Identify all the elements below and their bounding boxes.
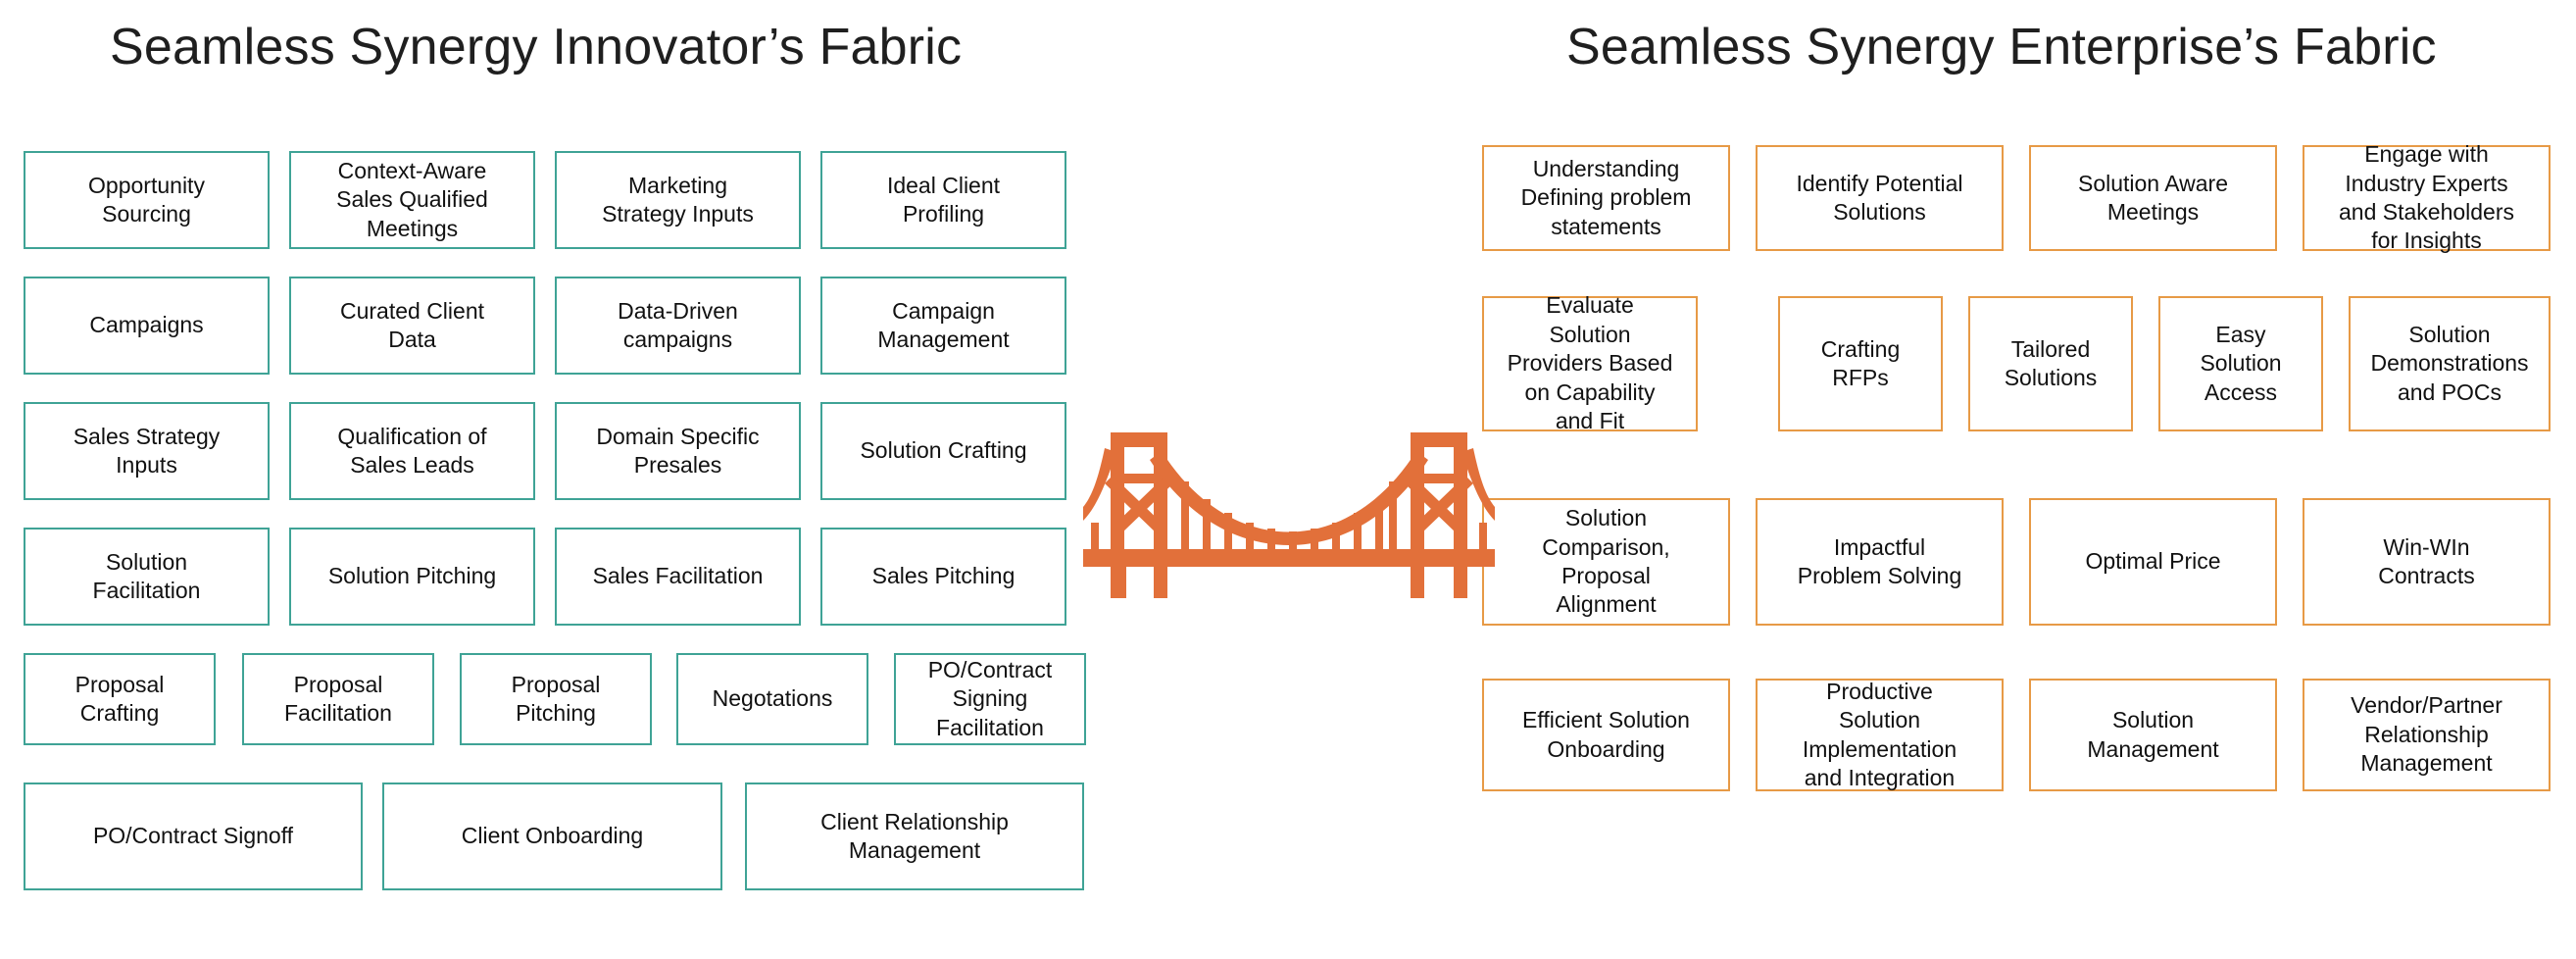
innovator-fabric-node[interactable]: Sales Facilitation [555, 528, 801, 626]
innovator-fabric-node[interactable]: Opportunity Sourcing [24, 151, 270, 249]
innovator-fabric-node[interactable]: Campaign Management [820, 277, 1066, 375]
enterprise-fabric-node[interactable]: Crafting RFPs [1778, 296, 1943, 431]
innovator-fabric-node[interactable]: PO/Contract Signing Facilitation [894, 653, 1086, 745]
innovator-fabric-node[interactable]: Client Onboarding [382, 782, 722, 890]
enterprise-fabric-node[interactable]: Solution Comparison, Proposal Alignment [1482, 498, 1730, 626]
innovator-fabric-node[interactable]: PO/Contract Signoff [24, 782, 363, 890]
enterprise-fabric-node[interactable]: Optimal Price [2029, 498, 2277, 626]
innovator-fabric-node[interactable]: Solution Pitching [289, 528, 535, 626]
enterprise-fabric-node[interactable]: Solution Management [2029, 679, 2277, 791]
enterprise-fabric-node[interactable]: Productive Solution Implementation and I… [1756, 679, 2004, 791]
innovator-fabric-node[interactable]: Sales Strategy Inputs [24, 402, 270, 500]
enterprise-fabric-node[interactable]: Impactful Problem Solving [1756, 498, 2004, 626]
innovator-fabric-node[interactable]: Solution Facilitation [24, 528, 270, 626]
innovator-fabric-node[interactable]: Proposal Pitching [460, 653, 652, 745]
innovator-fabric-node[interactable]: Context-Aware Sales Qualified Meetings [289, 151, 535, 249]
innovator-fabric-node[interactable]: Curated Client Data [289, 277, 535, 375]
enterprise-fabric-node[interactable]: Easy Solution Access [2158, 296, 2323, 431]
enterprise-fabric-node[interactable]: Identify Potential Solutions [1756, 145, 2004, 251]
innovator-fabric-node[interactable]: Domain Specific Presales [555, 402, 801, 500]
innovator-fabric-node[interactable]: Sales Pitching [820, 528, 1066, 626]
enterprise-fabric-node[interactable]: Efficient Solution Onboarding [1482, 679, 1730, 791]
innovator-fabric-node[interactable]: Data-Driven campaigns [555, 277, 801, 375]
enterprise-fabric-node[interactable]: Evaluate Solution Providers Based on Cap… [1482, 292, 1698, 433]
suspension-bridge-icon [1083, 432, 1495, 598]
innovator-fabric-node[interactable]: Marketing Strategy Inputs [555, 151, 801, 249]
diagram-canvas: Seamless Synergy Innovator’s Fabric Seam… [0, 0, 2576, 959]
left-panel-title: Seamless Synergy Innovator’s Fabric [110, 19, 963, 76]
enterprise-fabric-node[interactable]: Win-WIn Contracts [2303, 498, 2551, 626]
enterprise-fabric-node[interactable]: Solution Demonstrations and POCs [2349, 296, 2551, 431]
innovator-fabric-node[interactable]: Ideal Client Profiling [820, 151, 1066, 249]
enterprise-fabric-node[interactable]: Engage with Industry Experts and Stakeho… [2303, 141, 2551, 253]
innovator-fabric-node[interactable]: Negotations [676, 653, 868, 745]
right-panel-title: Seamless Synergy Enterprise’s Fabric [1566, 19, 2437, 76]
innovator-fabric-node[interactable]: Qualification of Sales Leads [289, 402, 535, 500]
innovator-fabric-node[interactable]: Proposal Crafting [24, 653, 216, 745]
innovator-fabric-node[interactable]: Solution Crafting [820, 402, 1066, 500]
innovator-fabric-node[interactable]: Client Relationship Management [745, 782, 1084, 890]
enterprise-fabric-node[interactable]: Tailored Solutions [1968, 296, 2133, 431]
enterprise-fabric-node[interactable]: Solution Aware Meetings [2029, 145, 2277, 251]
innovator-fabric-node[interactable]: Proposal Facilitation [242, 653, 434, 745]
innovator-fabric-node[interactable]: Campaigns [24, 277, 270, 375]
enterprise-fabric-node[interactable]: Understanding Defining problem statement… [1482, 145, 1730, 251]
enterprise-fabric-node[interactable]: Vendor/Partner Relationship Management [2303, 679, 2551, 791]
